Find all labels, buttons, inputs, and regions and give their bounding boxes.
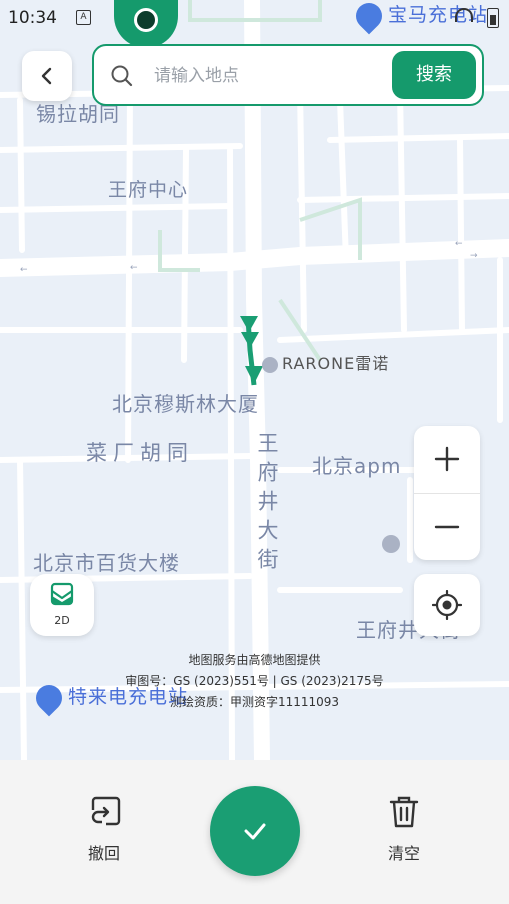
search-icon — [111, 65, 133, 87]
plus-icon — [434, 446, 460, 472]
status-time: 10:34 — [8, 8, 57, 28]
map-label: 北京apm — [312, 454, 402, 478]
check-icon — [244, 823, 266, 840]
map-mode-button[interactable]: 2D — [30, 574, 94, 636]
locate-button[interactable] — [414, 574, 480, 636]
map-canvas[interactable]: ← ← ← → 锡拉胡同 王府中心 RARONE雷诺 北京穆斯林大厦 菜厂胡同 … — [0, 0, 509, 760]
map-label: 菜厂胡同 — [86, 441, 194, 465]
poi-label: RARONE雷诺 — [282, 354, 390, 373]
map-label: 王府中心 — [108, 179, 189, 201]
poi-pin-icon — [262, 356, 278, 373]
poi-pin-icon[interactable] — [382, 535, 400, 553]
wifi-icon — [455, 8, 473, 22]
locate-icon — [432, 590, 462, 620]
map-icon — [50, 582, 74, 606]
notification-icon: A — [76, 10, 91, 25]
back-button[interactable] — [22, 51, 72, 101]
confirm-button[interactable] — [210, 786, 300, 876]
clear-button[interactable]: 清空 — [374, 794, 434, 864]
search-button[interactable]: 搜索 — [392, 51, 476, 99]
battery-icon — [487, 8, 499, 28]
map-approval-number: 审图号：GS (2023)551号 | GS (2023)2175号 — [125, 674, 384, 688]
clear-label: 清空 — [387, 844, 420, 863]
poi-rarone[interactable]: RARONE雷诺 — [262, 350, 389, 374]
svg-text:→: → — [470, 251, 478, 261]
undo-icon — [91, 796, 121, 826]
svg-text:←: ← — [130, 263, 138, 273]
zoom-in-button[interactable] — [414, 426, 480, 492]
svg-text:←: ← — [20, 265, 28, 275]
map-label: 北京穆斯林大厦 — [112, 392, 259, 416]
map-label: 北京市百货大楼 — [33, 551, 180, 575]
svg-text:←: ← — [455, 239, 463, 249]
map-survey-license: 测绘资质：甲测资字11111093 — [169, 695, 340, 709]
status-bar: 10:34 A — [0, 0, 509, 34]
undo-button[interactable]: 撤回 — [74, 794, 134, 864]
undo-label: 撤回 — [87, 844, 120, 863]
map-credit: 地图服务由高德地图提供 — [188, 653, 321, 667]
search-bar: 搜索 — [92, 44, 484, 106]
zoom-out-button[interactable] — [414, 494, 480, 560]
zoom-controls — [414, 426, 480, 560]
minus-icon — [434, 525, 460, 529]
map-mode-label: 2D — [54, 614, 70, 627]
chevron-left-icon — [41, 67, 52, 85]
trash-icon — [389, 796, 419, 828]
map-label: 王府井大街 — [255, 432, 279, 577]
